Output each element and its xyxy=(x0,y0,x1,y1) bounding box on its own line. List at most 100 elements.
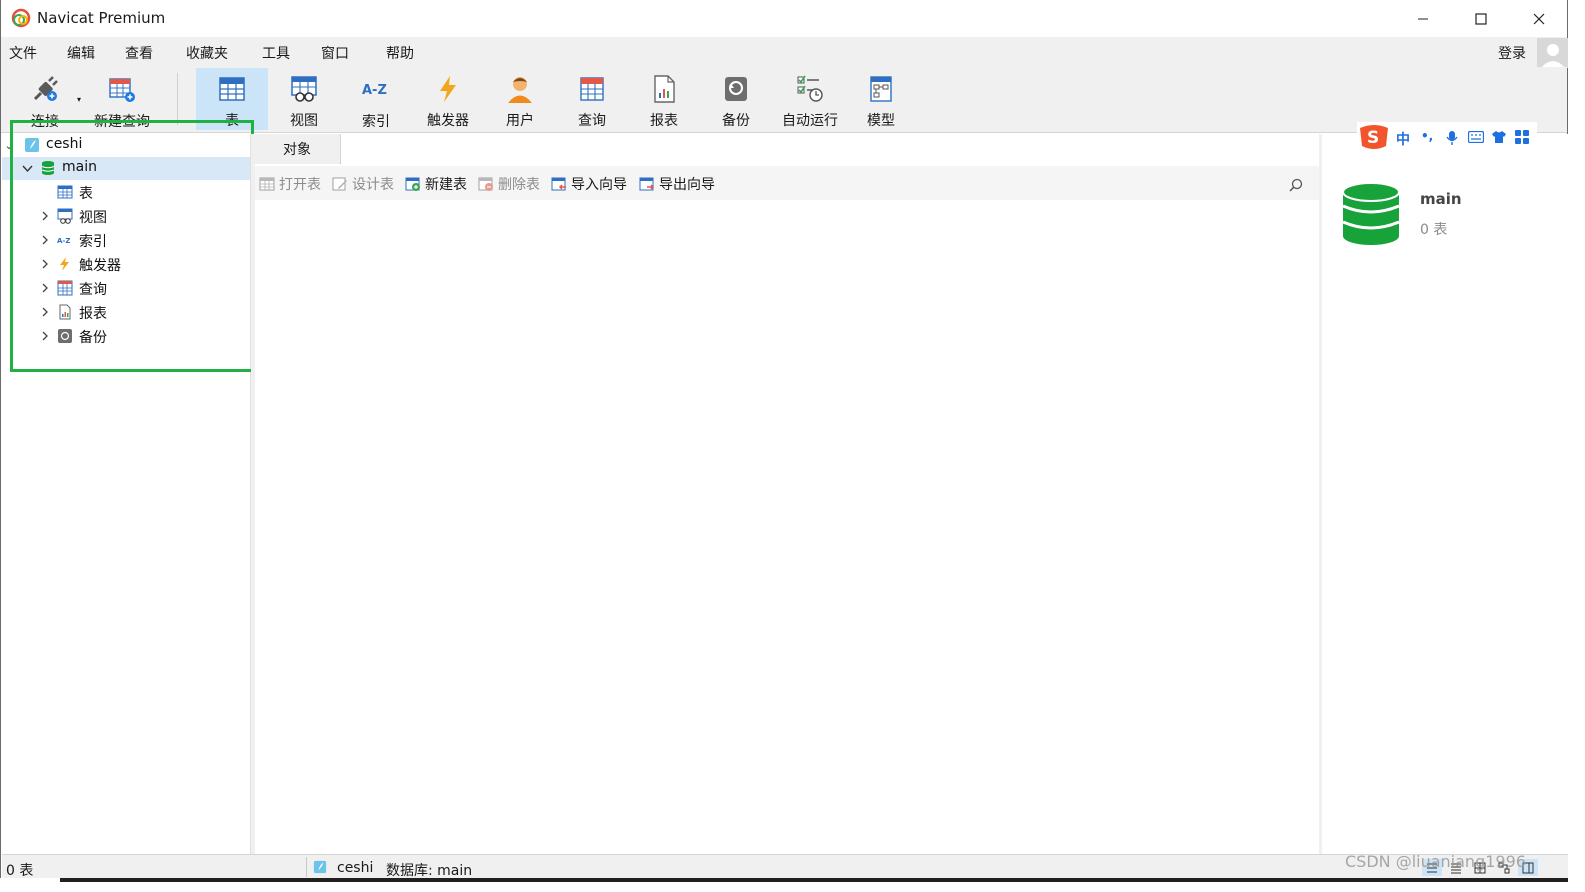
tree-item-backups[interactable]: 备份 xyxy=(2,325,250,348)
menu-favorites[interactable]: 收藏夹 xyxy=(186,43,228,63)
minimize-button[interactable] xyxy=(1394,0,1452,37)
backup-icon xyxy=(58,329,72,343)
info-object-count: 0 表 xyxy=(1420,222,1448,238)
tree-item-tables[interactable]: 表 xyxy=(2,181,250,204)
triggers-label: 触发器 xyxy=(427,113,469,129)
watermark-text: CSDN @liuaniang1996 xyxy=(1345,852,1526,871)
tree-item-views[interactable]: 视图 xyxy=(2,205,250,228)
index-az-icon: A-Z xyxy=(362,83,387,98)
expand-chevron-icon[interactable] xyxy=(39,234,51,246)
collapse-chevron-icon[interactable]: ⌄ xyxy=(3,139,15,152)
expand-chevron-icon[interactable] xyxy=(39,306,51,318)
status-bar: 0 表 ceshi 数据库: main xyxy=(2,854,1568,879)
model-button[interactable]: 模型 xyxy=(848,68,914,130)
microphone-icon[interactable] xyxy=(1446,130,1458,146)
taskbar-edge xyxy=(60,878,1568,882)
model-label: 模型 xyxy=(867,113,895,129)
window-title: Navicat Premium xyxy=(37,9,166,27)
tree-item-queries[interactable]: 查询 xyxy=(2,277,250,300)
connection-label: ceshi xyxy=(46,136,83,152)
maximize-button[interactable] xyxy=(1452,0,1510,37)
automation-button[interactable]: 自动运行 xyxy=(775,68,845,130)
new-query-button[interactable]: 新建查询 xyxy=(89,68,155,130)
tab-objects[interactable]: 对象 xyxy=(255,134,339,164)
backup-label: 备份 xyxy=(722,113,750,129)
menu-bar: 文件 编辑 查看 收藏夹 工具 窗口 帮助 登录 xyxy=(1,37,1567,67)
menu-file[interactable]: 文件 xyxy=(9,43,37,63)
indexes-button[interactable]: A-Z 索引 xyxy=(343,68,409,130)
search-icon[interactable] xyxy=(1288,177,1304,193)
connect-label: 连接 xyxy=(31,114,59,130)
close-icon xyxy=(1533,13,1545,24)
expand-chevron-icon[interactable] xyxy=(39,282,51,294)
views-button[interactable]: 视图 xyxy=(271,68,337,130)
delete-table-icon xyxy=(478,177,493,191)
connect-button[interactable]: 连接 xyxy=(15,68,75,130)
expand-chevron-icon[interactable] xyxy=(39,258,51,270)
users-button[interactable]: 用户 xyxy=(487,68,553,130)
menu-help[interactable]: 帮助 xyxy=(386,43,414,63)
close-button[interactable] xyxy=(1510,0,1568,37)
tree-item-label: 索引 xyxy=(79,234,107,250)
export-wizard-button[interactable]: 导出向导 xyxy=(639,174,715,194)
indexes-label: 索引 xyxy=(362,114,390,130)
tree-connection-ceshi[interactable]: ⌄ ceshi xyxy=(2,134,250,157)
collapse-chevron-icon[interactable] xyxy=(21,162,33,174)
toolbar-separator xyxy=(177,73,178,125)
tree-item-label: 备份 xyxy=(79,330,107,346)
delete-table-label: 删除表 xyxy=(498,177,540,193)
model-icon xyxy=(870,75,892,102)
tree-item-label: 触发器 xyxy=(79,258,121,274)
design-table-button[interactable]: 设计表 xyxy=(332,174,394,194)
login-link[interactable]: 登录 xyxy=(1498,43,1526,63)
report-icon xyxy=(59,304,71,320)
automation-icon xyxy=(797,75,823,102)
reports-button[interactable]: 报表 xyxy=(631,68,697,130)
svg-text:A-Z: A-Z xyxy=(57,237,70,245)
delete-table-button[interactable]: 删除表 xyxy=(478,174,540,194)
triggers-button[interactable]: 触发器 xyxy=(415,68,481,130)
connect-dropdown-caret-icon[interactable]: ▾ xyxy=(77,95,81,104)
menu-edit[interactable]: 编辑 xyxy=(67,43,95,63)
ime-punctuation-toggle[interactable]: •, xyxy=(1421,129,1433,143)
tree-item-triggers[interactable]: 触发器 xyxy=(2,253,250,276)
tree-item-indexes[interactable]: A-Z 索引 xyxy=(2,229,250,252)
avatar[interactable] xyxy=(1537,38,1568,68)
report-icon xyxy=(654,74,675,103)
table-icon xyxy=(219,76,245,101)
tree-database-main[interactable]: main xyxy=(2,157,250,180)
new-table-button[interactable]: 新建表 xyxy=(405,174,467,194)
ime-mode-toggle[interactable]: 中 xyxy=(1396,129,1410,149)
skin-shirt-icon[interactable] xyxy=(1491,130,1507,144)
import-wizard-button[interactable]: 导入向导 xyxy=(551,174,627,194)
menu-window[interactable]: 窗口 xyxy=(321,43,349,63)
query-icon xyxy=(580,76,604,101)
toolbox-grid-icon[interactable] xyxy=(1515,130,1529,144)
export-wizard-label: 导出向导 xyxy=(659,177,715,193)
menu-tools[interactable]: 工具 xyxy=(262,43,290,63)
design-table-label: 设计表 xyxy=(352,177,394,193)
index-az-icon: A-Z xyxy=(57,237,70,245)
open-table-button[interactable]: 打开表 xyxy=(259,174,321,194)
tables-button[interactable]: 表 xyxy=(196,68,268,130)
status-separator xyxy=(306,857,307,877)
navicat-logo-icon xyxy=(11,8,31,28)
info-object-name: main xyxy=(1420,190,1462,208)
keyboard-icon[interactable] xyxy=(1468,131,1484,143)
object-list-area[interactable] xyxy=(255,200,1319,854)
expand-chevron-icon[interactable] xyxy=(39,330,51,342)
title-bar: Navicat Premium xyxy=(1,0,1567,37)
connect-plug-icon xyxy=(33,76,58,101)
new-query-icon xyxy=(109,78,135,102)
expand-chevron-icon[interactable] xyxy=(39,210,51,222)
queries-button[interactable]: 查询 xyxy=(559,68,625,130)
backup-button[interactable]: 备份 xyxy=(703,68,769,130)
tree-item-reports[interactable]: 报表 xyxy=(2,301,250,324)
tree-item-label: 表 xyxy=(79,186,93,202)
sogou-logo-icon[interactable]: S xyxy=(1357,122,1391,152)
tab-strip-empty xyxy=(340,134,1319,164)
tab-strip: 对象 xyxy=(255,134,1319,164)
menu-view[interactable]: 查看 xyxy=(125,43,153,63)
sqlite-connection-icon xyxy=(313,860,327,874)
query-icon xyxy=(57,280,73,296)
